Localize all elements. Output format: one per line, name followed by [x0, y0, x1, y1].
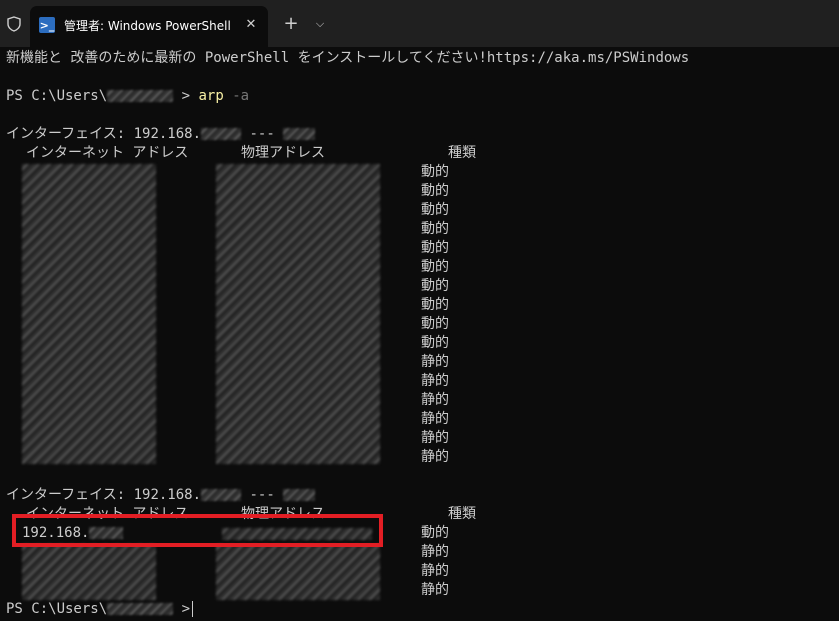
redacted-addresses — [22, 544, 156, 600]
type-cell: 動的 — [421, 164, 449, 180]
column-header-type: 種類 — [448, 145, 476, 161]
type-cell: 静的 — [421, 354, 449, 370]
tab-title: 管理者: Windows PowerShell — [64, 19, 231, 33]
type-cell: 静的 — [421, 373, 449, 389]
command-param: -a — [232, 88, 250, 104]
prompt-prefix: PS C:\Users\ — [6, 88, 108, 104]
type-cell: 動的 — [421, 335, 449, 351]
type-cell: 静的 — [421, 392, 449, 408]
interface-label: インターフェイス: 192.168. — [6, 487, 202, 503]
tab-powershell[interactable]: >_ 管理者: Windows PowerShell ✕ — [30, 6, 268, 47]
type-cell: 動的 — [421, 183, 449, 199]
column-header-physical: 物理アドレス — [241, 145, 325, 161]
prompt-suffix: > — [181, 601, 191, 617]
interface-dashes: --- — [249, 126, 275, 142]
powershell-icon: >_ — [39, 17, 55, 33]
redacted-physical-addresses — [216, 164, 380, 464]
type-cell: 動的 — [421, 202, 449, 218]
prompt-prefix: PS C:\Users\ — [6, 601, 108, 617]
final-prompt-line[interactable]: PS C:\Users\ > — [6, 600, 194, 619]
type-cell: 動的 — [421, 316, 449, 332]
column-header-address: インターネット アドレス — [26, 145, 189, 161]
type-cell: 静的 — [421, 449, 449, 465]
redacted-ip — [201, 489, 242, 501]
type-cell: 動的 — [421, 259, 449, 275]
text-cursor — [192, 601, 194, 617]
type-cell: 静的 — [421, 430, 449, 446]
highlight-box — [12, 514, 383, 547]
interface-line-2: インターフェイス: 192.168. --- — [6, 486, 316, 505]
command-prompt-line: PS C:\Users\ > arp -a — [6, 87, 249, 106]
update-banner: 新機能と 改善のために最新の PowerShell をインストールしてください!… — [6, 50, 690, 66]
redacted-index — [283, 489, 316, 501]
redacted-username — [107, 603, 174, 615]
title-bar: >_ 管理者: Windows PowerShell ✕ + ⌵ — [0, 0, 839, 47]
redacted-ip — [201, 128, 242, 140]
new-tab-button[interactable]: + — [281, 14, 301, 34]
type-cell: 静的 — [421, 582, 449, 598]
close-icon[interactable]: ✕ — [242, 16, 260, 34]
chevron-down-icon[interactable]: ⌵ — [311, 14, 329, 34]
redacted-addresses — [22, 164, 156, 464]
shield-icon — [7, 16, 21, 32]
type-cell: 動的 — [421, 221, 449, 237]
type-cell: 静的 — [421, 544, 449, 560]
column-header-type: 種類 — [448, 506, 476, 522]
type-cell: 動的 — [421, 240, 449, 256]
prompt-suffix: > — [181, 88, 191, 104]
redacted-physical-addresses — [216, 544, 380, 600]
type-cell: 動的 — [421, 297, 449, 313]
interface-label: インターフェイス: 192.168. — [6, 126, 202, 142]
redacted-username — [107, 90, 174, 102]
type-cell: 静的 — [421, 411, 449, 427]
type-cell: 動的 — [421, 525, 449, 541]
interface-line-1: インターフェイス: 192.168. --- — [6, 125, 316, 144]
interface-dashes: --- — [249, 487, 275, 503]
type-cell: 動的 — [421, 278, 449, 294]
redacted-index — [283, 128, 316, 140]
type-cell: 静的 — [421, 563, 449, 579]
command-text: arp — [198, 88, 224, 104]
